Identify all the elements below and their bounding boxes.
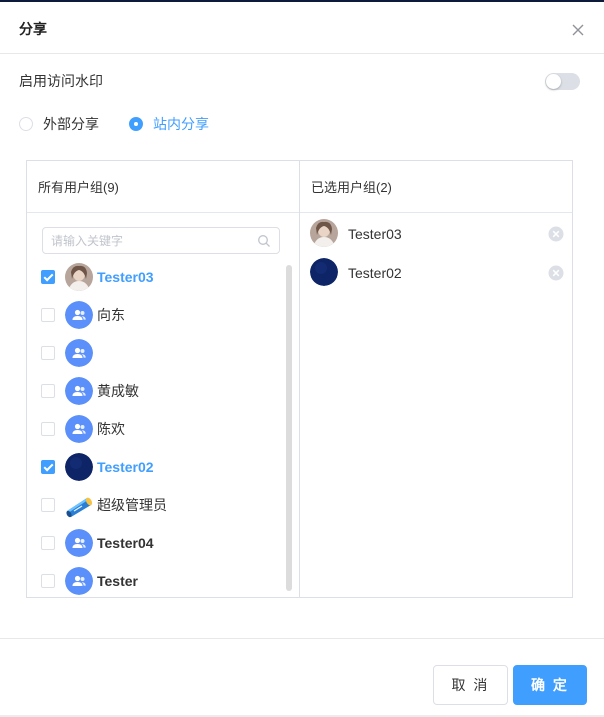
list-item[interactable]: Tester03 xyxy=(27,258,285,296)
user-group-icon xyxy=(65,339,93,367)
list-scrollbar[interactable] xyxy=(286,265,292,591)
photo-avatar xyxy=(65,263,93,291)
user-group-icon xyxy=(65,529,93,557)
selected-item-label: Tester03 xyxy=(348,226,402,242)
list-item[interactable]: Tester04 xyxy=(27,524,285,562)
item-label: Tester xyxy=(97,573,138,589)
checkbox-checked[interactable] xyxy=(41,270,55,284)
dialog-header: 分享 xyxy=(0,2,604,54)
list-item[interactable]: 黄成敏 xyxy=(27,372,285,410)
item-label: Tester02 xyxy=(97,459,154,475)
user-group-icon xyxy=(65,377,93,405)
user-group-icon xyxy=(65,301,93,329)
search-box xyxy=(42,227,280,254)
radio-label: 外部分享 xyxy=(43,116,99,132)
list-item[interactable]: 陈欢 xyxy=(27,410,285,448)
radio-internal-share[interactable]: 站内分享 xyxy=(129,114,209,134)
item-label: Tester04 xyxy=(97,535,154,551)
close-icon[interactable] xyxy=(570,22,586,38)
checkbox[interactable] xyxy=(41,422,55,436)
selected-groups-title: 已选用户组(2) xyxy=(311,180,392,195)
item-label: Tester03 xyxy=(97,269,154,285)
selected-item: Tester03 xyxy=(310,217,566,255)
navy-avatar xyxy=(310,258,338,286)
all-groups-title: 所有用户组(9) xyxy=(38,180,119,195)
dialog-title: 分享 xyxy=(19,21,47,37)
radio-label: 站内分享 xyxy=(153,116,209,132)
checkbox-checked[interactable] xyxy=(41,460,55,474)
selected-groups-panel: 已选用户组(2) Tester03 Tester02 xyxy=(300,161,572,597)
group-transfer: 所有用户组(9) 请输入关键字 Tester03 向东 黄成敏 陈欢 Teste… xyxy=(26,160,573,598)
all-groups-panel: 所有用户组(9) 请输入关键字 Tester03 向东 黄成敏 陈欢 Teste… xyxy=(27,161,300,597)
watermark-label: 启用访问水印 xyxy=(19,73,103,89)
panel-header: 已选用户组(2) xyxy=(300,161,572,213)
list-item[interactable] xyxy=(27,334,285,372)
search-input[interactable] xyxy=(51,233,251,249)
watermark-toggle[interactable] xyxy=(545,73,580,90)
checkbox[interactable] xyxy=(41,384,55,398)
item-label: 超级管理员 xyxy=(97,497,167,513)
checkbox[interactable] xyxy=(41,346,55,360)
photo-avatar xyxy=(310,219,338,247)
list-item[interactable]: 向东 xyxy=(27,296,285,334)
admin-avatar xyxy=(65,491,93,519)
item-label: 陈欢 xyxy=(97,421,125,437)
radio-external-share[interactable]: 外部分享 xyxy=(19,114,99,134)
checkbox[interactable] xyxy=(41,536,55,550)
list-item[interactable]: Tester02 xyxy=(27,448,285,486)
list-item[interactable]: Tester xyxy=(27,562,285,596)
list-item[interactable]: 超级管理员 xyxy=(27,486,285,524)
share-dialog: 分享 启用访问水印 外部分享 站内分享 所有用户组(9) 请输入关键字 Test… xyxy=(0,2,604,715)
item-label: 向东 xyxy=(97,307,125,323)
confirm-button[interactable]: 确 定 xyxy=(513,665,587,705)
radio-circle xyxy=(19,117,33,131)
checkbox[interactable] xyxy=(41,498,55,512)
cancel-button[interactable]: 取 消 xyxy=(433,665,508,705)
remove-icon[interactable] xyxy=(548,226,564,242)
checkbox[interactable] xyxy=(41,308,55,322)
remove-icon[interactable] xyxy=(548,265,564,281)
selected-item-label: Tester02 xyxy=(348,265,402,281)
item-label: 黄成敏 xyxy=(97,383,139,399)
user-group-icon xyxy=(65,415,93,443)
checkbox[interactable] xyxy=(41,574,55,588)
dialog-footer: 取 消 确 定 xyxy=(0,638,604,715)
panel-header: 所有用户组(9) xyxy=(27,161,299,213)
search-icon[interactable] xyxy=(257,234,271,248)
user-group-icon xyxy=(65,567,93,595)
group-list: Tester03 向东 黄成敏 陈欢 Tester02 超级管理员 Tester… xyxy=(27,258,285,596)
radio-circle-selected xyxy=(129,117,143,131)
toggle-knob xyxy=(546,74,561,89)
navy-avatar xyxy=(65,453,93,481)
selected-item: Tester02 xyxy=(310,256,566,294)
